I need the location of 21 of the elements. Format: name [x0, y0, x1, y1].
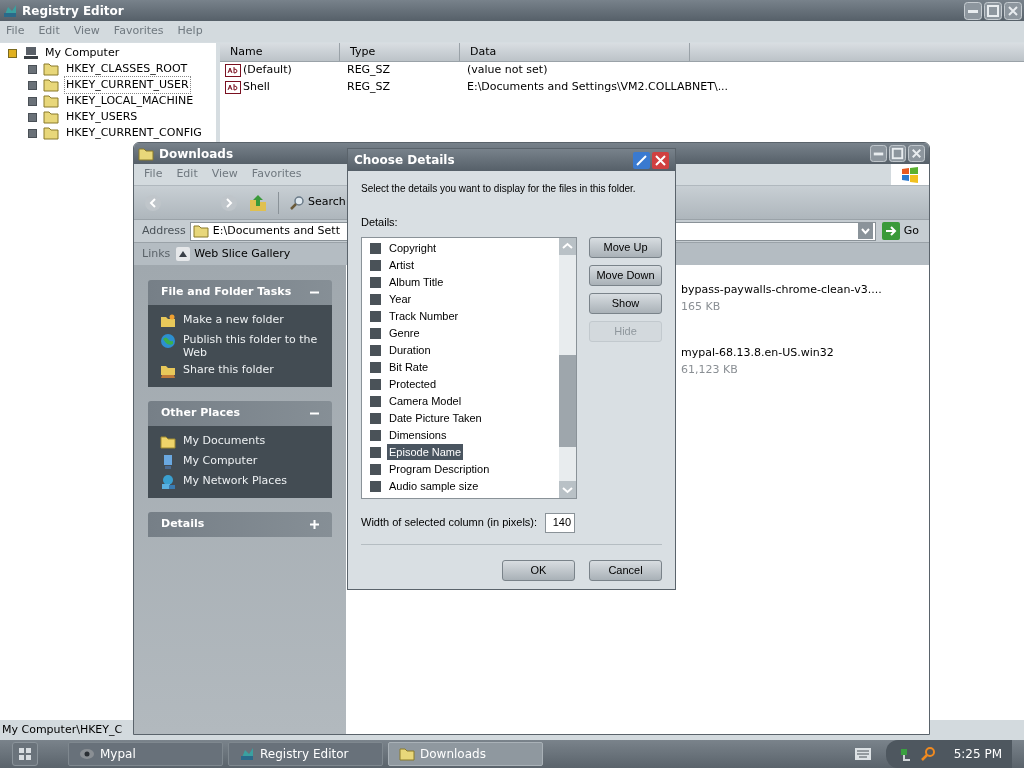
table-cell: Shell	[243, 79, 270, 96]
panel-title: File and Folder Tasks	[161, 284, 292, 301]
links-label: Links	[142, 245, 171, 262]
table-cell-text: (value not set)	[466, 62, 548, 79]
details-label: Details:	[361, 215, 399, 230]
status-bar-text: My Computer\HKEY_C	[2, 721, 123, 738]
panel-title: Other Places	[161, 405, 240, 422]
window-title: Downloads	[159, 145, 234, 163]
window-title: Registry Editor	[22, 2, 124, 20]
panel-title: Details	[161, 516, 205, 533]
address-label: Address	[142, 222, 186, 239]
width-label: Width of selected column (in pixels):	[361, 515, 538, 531]
clock: 5:25 PM	[953, 746, 1002, 763]
file-size: 165 KB	[681, 298, 722, 315]
table-cell-text: E:\Documents and Settings\VM2.COLLABNET\...	[466, 79, 729, 96]
dialog-title: Choose Details	[354, 152, 455, 169]
table-cell-text: REG_SZ	[346, 62, 392, 79]
instruction-text: Select the details you want to display for the files in this folder.	[361, 182, 637, 196]
table-cell-text: REG_SZ	[346, 79, 392, 96]
table-cell: (Default)	[243, 62, 292, 79]
file-size: 61,123 KB	[681, 361, 739, 378]
